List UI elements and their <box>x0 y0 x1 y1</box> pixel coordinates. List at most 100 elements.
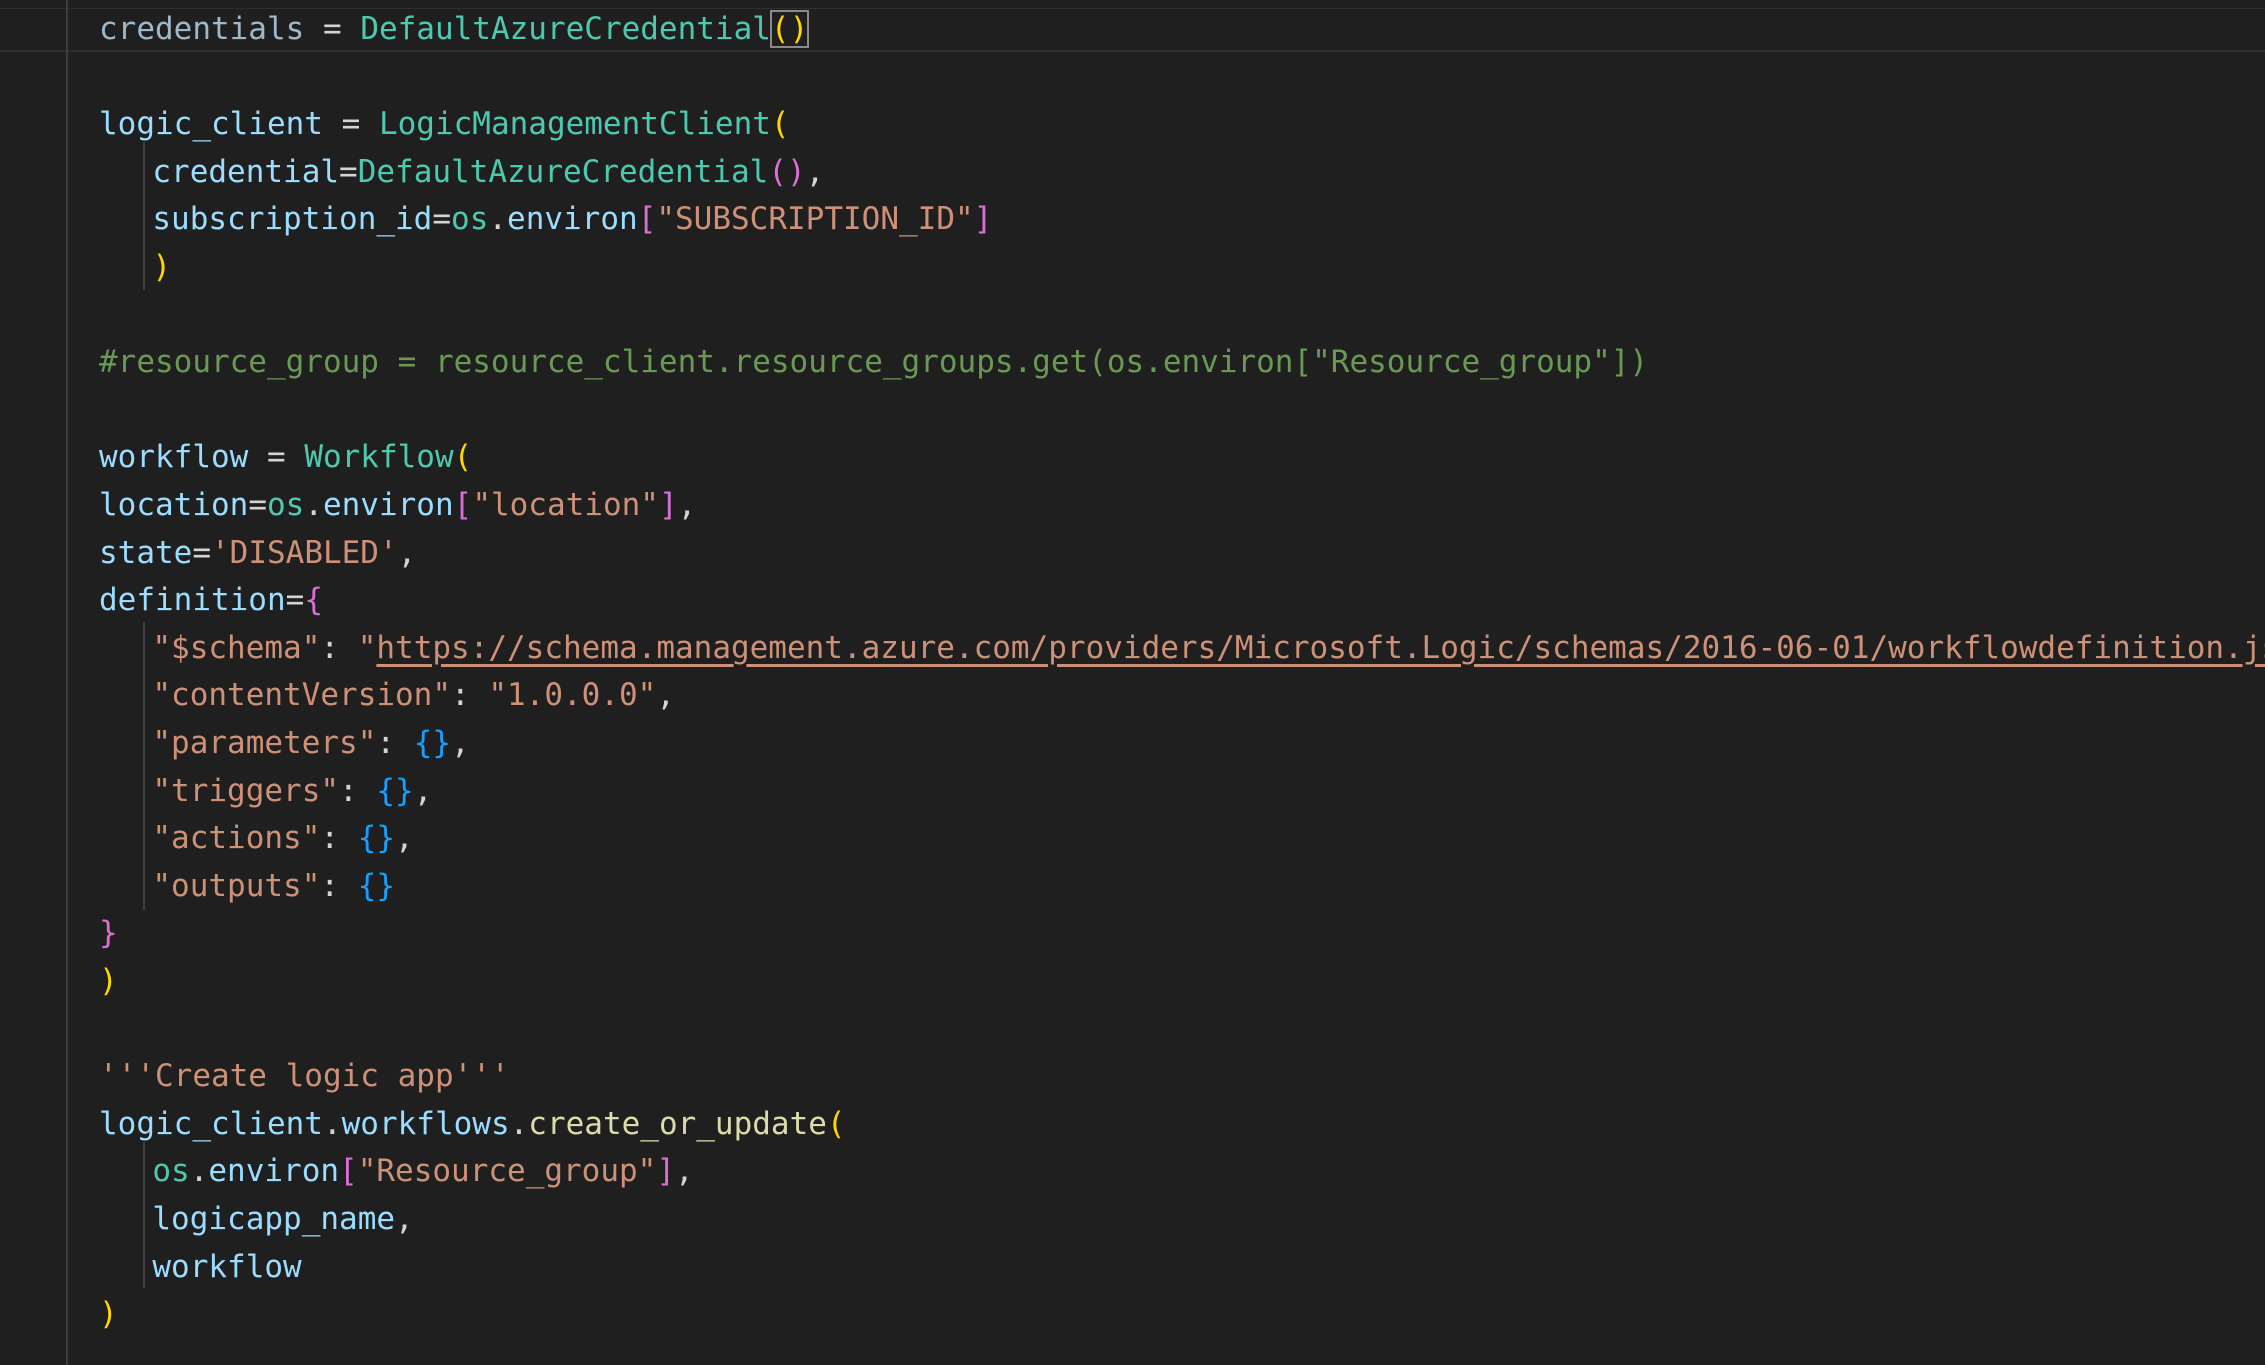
code-token: '''Create logic app''' <box>99 1058 510 1095</box>
code-token: , <box>677 487 697 523</box>
code-token: ) <box>152 249 172 285</box>
code-line[interactable]: ) <box>99 1291 118 1339</box>
code-line[interactable]: "outputs": {} <box>152 863 395 911</box>
code-line[interactable]: definition={ <box>99 577 323 625</box>
code-token: , <box>413 772 433 809</box>
code-token: ] <box>973 201 993 238</box>
code-token: logic_client <box>99 1105 323 1142</box>
code-token: . <box>509 1105 529 1142</box>
code-token: Workflow <box>304 439 454 476</box>
code-token: "location" <box>472 487 659 523</box>
code-token: workflow <box>152 1248 302 1285</box>
code-line[interactable]: "triggers": {}, <box>152 768 432 816</box>
code-line[interactable]: "parameters": {}, <box>152 720 469 768</box>
code-token: : <box>451 677 489 714</box>
code-line[interactable]: ) <box>152 244 171 292</box>
code-token: os <box>266 487 305 523</box>
code-area[interactable]: credentials = DefaultAzureCredential() lo… <box>0 0 2265 1365</box>
code-token: : <box>339 772 377 809</box>
code-token: , <box>395 820 414 857</box>
code-token: . <box>488 201 508 238</box>
code-token: DefaultAzureCredential <box>360 11 771 47</box>
code-token: DefaultAzureCredential <box>357 153 769 190</box>
code-token: workflows <box>341 1105 510 1142</box>
code-token: "$schema" <box>152 629 321 666</box>
code-token: "outputs" <box>152 867 321 904</box>
code-token: os <box>152 1153 190 1190</box>
code-token: environ <box>507 201 638 238</box>
code-line[interactable]: logic_client.workflows.create_or_update( <box>99 1101 846 1149</box>
code-token: subscription_id <box>152 201 433 238</box>
code-token: "Resource_group" <box>357 1153 657 1190</box>
code-token: : <box>320 629 358 666</box>
code-line[interactable]: credential=DefaultAzureCredential(), <box>152 149 824 197</box>
code-token: { <box>304 582 323 619</box>
code-token: , <box>805 153 825 190</box>
code-token: . <box>322 1105 342 1142</box>
code-token: ] <box>658 487 678 523</box>
code-token: = <box>432 201 452 238</box>
code-token: , <box>451 725 470 761</box>
code-token: ( <box>770 106 790 143</box>
code-line[interactable]: } <box>99 910 118 958</box>
code-line[interactable]: location=os.environ["location"], <box>99 482 696 530</box>
code-line[interactable]: ) <box>99 958 118 1006</box>
code-token: () <box>768 153 806 190</box>
code-token: environ <box>322 487 454 523</box>
code-token: = <box>339 153 358 190</box>
code-line[interactable]: subscription_id=os.environ["SUBSCRIPTION… <box>152 196 992 244</box>
code-token: } <box>99 915 118 952</box>
code-token: , <box>656 677 675 714</box>
code-token: [ <box>637 201 657 238</box>
code-token: LogicManagementClient <box>378 106 771 143</box>
code-token: [ <box>453 487 473 523</box>
code-token: : <box>376 725 414 761</box>
code-token: environ <box>208 1153 340 1190</box>
code-token: : <box>320 820 358 857</box>
code-token: 'DISABLED' <box>211 534 398 571</box>
code-token: #resource_group = resource_client.resour… <box>99 344 1649 381</box>
code-token: ( <box>826 1105 846 1142</box>
code-token: credential <box>152 153 340 190</box>
code-token: credentials <box>99 11 305 47</box>
code-token: {} <box>357 867 396 904</box>
code-token: definition <box>99 582 286 619</box>
code-token: workflow <box>99 439 249 476</box>
code-line[interactable]: os.environ["Resource_group"], <box>152 1148 693 1196</box>
code-token: = <box>192 534 211 571</box>
code-token: {} <box>357 820 396 857</box>
code-token: = <box>248 487 267 523</box>
code-token: . <box>189 1153 209 1190</box>
code-token: https://schema.management.azure.com/prov… <box>376 629 2265 666</box>
code-token: {} <box>413 725 452 761</box>
code-token: , <box>397 534 417 571</box>
code-token: "1.0.0.0" <box>488 677 657 714</box>
code-token: , <box>395 1201 414 1237</box>
code-token: {} <box>376 772 414 809</box>
code-line[interactable]: logicapp_name, <box>152 1196 413 1244</box>
code-line[interactable]: workflow = Workflow( <box>99 434 472 482</box>
cursor-bracket: () <box>769 10 810 48</box>
code-token: "SUBSCRIPTION_ID" <box>656 201 974 238</box>
code-line[interactable]: "actions": {}, <box>152 815 413 863</box>
code-line[interactable]: "$schema": "https://schema.management.az… <box>152 625 2265 673</box>
code-line[interactable]: credentials = DefaultAzureCredential() <box>99 6 810 54</box>
code-token: " <box>357 629 377 666</box>
code-line[interactable]: state='DISABLED', <box>99 530 416 578</box>
code-token: logicapp_name <box>152 1201 396 1237</box>
code-line[interactable]: workflow <box>152 1244 301 1292</box>
code-token: = <box>285 582 305 619</box>
code-line[interactable]: logic_client = LogicManagementClient( <box>99 101 790 149</box>
code-token: ) <box>99 963 118 999</box>
code-editor[interactable]: credentials = DefaultAzureCredential() lo… <box>0 0 2265 1365</box>
code-token: , <box>675 1153 694 1190</box>
code-token: create_or_update <box>528 1105 827 1142</box>
code-token: : <box>320 867 358 904</box>
code-token: ] <box>656 1153 676 1190</box>
code-token: = <box>304 11 361 47</box>
code-line[interactable]: '''Create logic app''' <box>99 1053 510 1101</box>
code-line[interactable]: #resource_group = resource_client.resour… <box>99 339 1648 387</box>
code-token: location <box>99 487 249 523</box>
code-line[interactable]: "contentVersion": "1.0.0.0", <box>152 672 675 720</box>
code-token: = <box>322 106 379 143</box>
